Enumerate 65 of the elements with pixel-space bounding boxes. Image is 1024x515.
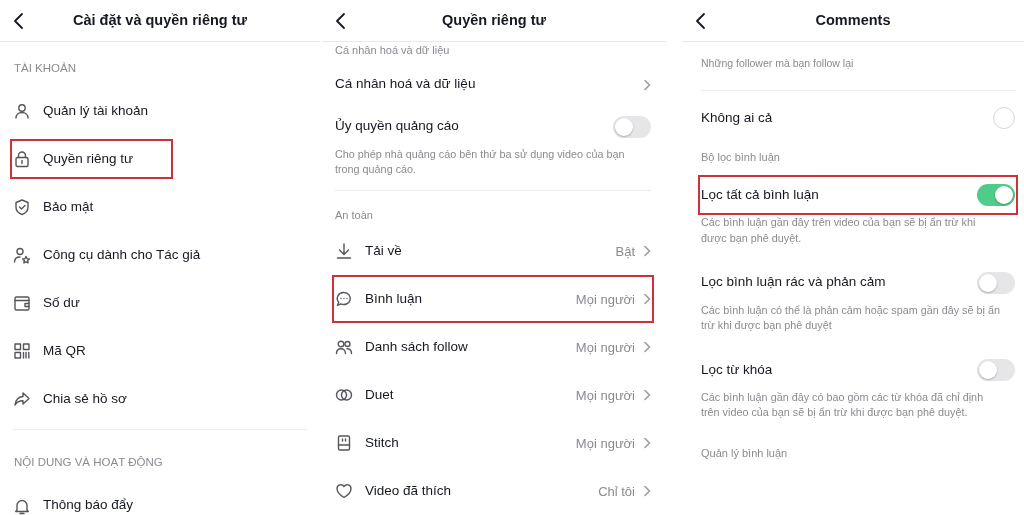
section-header: Quản lý bình luận xyxy=(700,446,789,462)
setting-label: Lọc tất cả bình luận xyxy=(701,186,819,205)
setting-value: Chỉ tôi xyxy=(598,482,635,501)
chevron-icon xyxy=(643,341,651,354)
heart-icon xyxy=(335,482,353,501)
settings-item[interactable]: Duet Mọi người xyxy=(332,371,654,420)
settings-item[interactable]: Thông báo đẩy xyxy=(10,481,310,515)
lock-icon xyxy=(13,150,31,169)
download-icon xyxy=(335,242,353,261)
setting-value: Mọi người xyxy=(575,386,635,405)
chevron-icon xyxy=(643,78,651,91)
settings-item[interactable]: Cá nhân hoá và dữ liệu xyxy=(332,62,654,107)
person-star-icon xyxy=(13,246,31,265)
people-icon xyxy=(335,338,353,357)
settings-item[interactable]: Stitch Mọi người xyxy=(332,419,654,468)
chevron-icon xyxy=(643,389,651,402)
settings-item[interactable]: Chia sẻ hồ sơ xyxy=(10,375,310,424)
wallet-icon xyxy=(13,294,31,313)
setting-value: Mọi người xyxy=(575,290,635,309)
settings-item[interactable]: Danh sách follow Mọi người xyxy=(332,323,654,372)
chevron-icon xyxy=(643,437,651,450)
shield-icon xyxy=(13,198,31,217)
chevron-icon xyxy=(643,245,651,258)
section-header: Bộ lọc bình luận xyxy=(700,149,781,165)
person-icon xyxy=(13,102,31,121)
setting-value: Bật xyxy=(615,242,635,261)
setting-value: Mọi người xyxy=(575,338,635,357)
chevron-icon xyxy=(643,485,651,498)
setting-label: Lọc từ khóa xyxy=(701,360,773,379)
chevron-icon xyxy=(643,293,651,306)
settings-item[interactable]: Số dư xyxy=(10,279,310,328)
stitch-icon xyxy=(335,434,353,453)
screen-title: Cài đặt và quyền riêng tư xyxy=(72,10,248,30)
settings-item[interactable]: Quyền riêng tư xyxy=(10,139,174,180)
settings-item[interactable]: Công cụ dành cho Tác giả xyxy=(10,231,310,280)
settings-item[interactable]: Bình luận Mọi người xyxy=(332,275,654,324)
section-header: TÀI KHOẢN xyxy=(13,61,77,76)
setting-description: Cho phép nhà quảng cáo bên thứ ba sử dụng video của bạn trong quảng cáo. xyxy=(335,146,626,178)
screen-title: Quyền riêng tư xyxy=(442,10,546,30)
screen-title: Comments xyxy=(815,10,891,30)
option-label: Những follower mà bạn follow lại xyxy=(700,56,855,71)
settings-item[interactable]: Bảo mật xyxy=(10,183,310,232)
settings-item[interactable]: Video đã thích Chỉ tôi xyxy=(332,467,654,515)
back-icon xyxy=(12,12,24,30)
setting-label: Lọc bình luận rác và phản cảm xyxy=(701,273,886,292)
section-header: NỘI DUNG VÀ HOẠT ĐỘNG xyxy=(13,455,164,471)
settings-item[interactable]: Quản lý tài khoản xyxy=(10,87,310,136)
section-header: Cá nhân hoá và dữ liệu xyxy=(334,43,451,58)
settings-item[interactable]: Tải về Bật xyxy=(332,227,654,276)
option-label: Không ai cả xyxy=(701,108,773,127)
setting-description: Các bình luận gần đây trên video của bạn sẽ bị ẩn trừ khi được bạn phê duyệt. xyxy=(701,215,977,246)
setting-label: Ủy quyền quảng cáo xyxy=(335,117,459,136)
toggle-switch[interactable] xyxy=(613,115,651,138)
settings-item[interactable]: Mã QR xyxy=(10,327,310,376)
setting-description: Các bình luận có thể là phản cảm hoặc spam gần đây sẽ bị ẩn trừ khi được bạn phê duyệt xyxy=(701,302,1001,334)
toggle-switch[interactable] xyxy=(977,184,1015,207)
section-header: An toàn xyxy=(334,207,374,223)
setting-value: Mọi người xyxy=(575,434,635,453)
setting-description: Các bình luận gần đây có bao gồm các từ khóa đã chỉ định trên video của bạn sẽ bị ẩn trừ khi được bạn phê duyệt. xyxy=(701,389,985,421)
back-icon xyxy=(694,12,706,30)
qr-icon xyxy=(13,342,31,361)
toggle-switch[interactable] xyxy=(977,271,1015,294)
chat-bubble-icon xyxy=(335,290,353,309)
toggle-switch[interactable] xyxy=(977,358,1015,381)
back-icon xyxy=(334,12,346,30)
